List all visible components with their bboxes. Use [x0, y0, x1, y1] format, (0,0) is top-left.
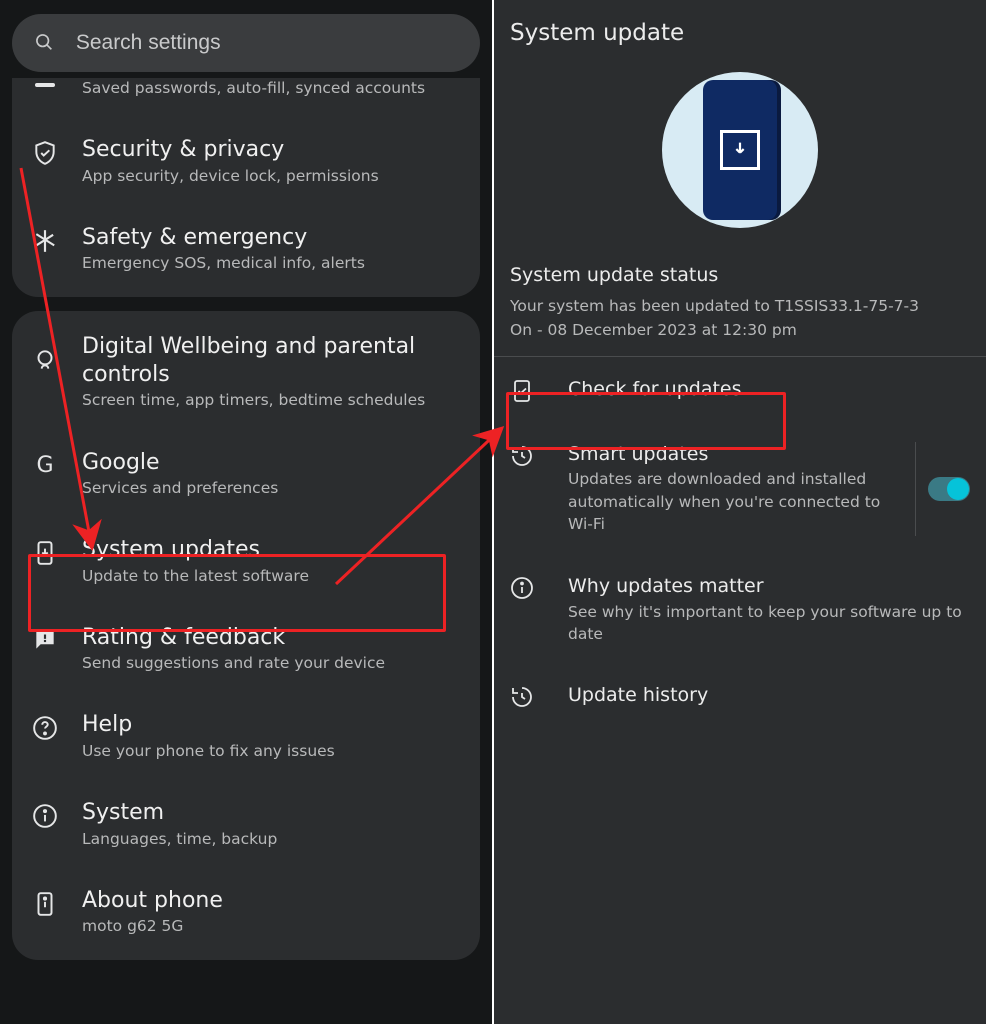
update-status-block: System update status Your system has bee… [508, 264, 972, 342]
phone-info-icon [32, 891, 58, 917]
history-icon [510, 685, 534, 709]
info-icon [510, 576, 534, 600]
settings-item-rating-feedback[interactable]: Rating & feedback Send suggestions and r… [26, 606, 466, 694]
item-subtitle: Send suggestions and rate your device [82, 653, 460, 673]
settings-group-accounts: Saved passwords, auto-fill, synced accou… [12, 78, 480, 297]
download-icon [720, 130, 760, 170]
settings-item-about-phone[interactable]: About phone moto g62 5G [26, 869, 466, 957]
settings-item-help[interactable]: Help Use your phone to fix any issues [26, 693, 466, 781]
why-updates-matter-item[interactable]: Why updates matter See why it's importan… [508, 554, 972, 664]
accounts-icon [32, 72, 58, 98]
search-icon [34, 32, 54, 54]
item-label: Why updates matter [568, 574, 970, 599]
item-label: Check for updates [568, 377, 970, 402]
settings-list-panel: Saved passwords, auto-fill, synced accou… [0, 0, 492, 1024]
item-subtitle: moto g62 5G [82, 916, 460, 936]
settings-item-digital-wellbeing[interactable]: Digital Wellbeing and parental controls … [26, 315, 466, 430]
refresh-clock-icon [510, 444, 534, 468]
item-title: Security & privacy [82, 136, 460, 164]
item-label: Update history [568, 683, 970, 708]
settings-item-safety-emergency[interactable]: Safety & emergency Emergency SOS, medica… [26, 206, 466, 294]
item-title: Help [82, 711, 460, 739]
item-title: System [82, 799, 460, 827]
phone-download-icon [32, 540, 58, 566]
settings-item-truncated[interactable]: Saved passwords, auto-fill, synced accou… [26, 78, 466, 118]
wellbeing-heart-icon [32, 347, 58, 373]
item-title: Google [82, 449, 460, 477]
update-hero-graphic [662, 72, 818, 228]
smart-updates-toggle[interactable] [928, 477, 970, 501]
status-title: System update status [510, 264, 970, 286]
settings-item-system-updates[interactable]: System updates Update to the latest soft… [26, 518, 466, 606]
item-title: Rating & feedback [82, 624, 460, 652]
item-subtitle: Update to the latest software [82, 566, 460, 586]
check-for-updates-item[interactable]: Check for updates [508, 357, 972, 422]
item-subtitle: See why it's important to keep your soft… [568, 601, 970, 646]
update-history-item[interactable]: Update history [508, 663, 972, 728]
status-version: Your system has been updated to T1SSIS33… [510, 294, 970, 318]
system-update-panel: System update System update status Your … [492, 0, 986, 1024]
item-subtitle: Use your phone to fix any issues [82, 741, 460, 761]
settings-item-google[interactable]: G Google Services and preferences [26, 431, 466, 519]
item-subtitle: Emergency SOS, medical info, alerts [82, 253, 460, 273]
item-label: Smart updates [568, 442, 907, 467]
item-subtitle: Languages, time, backup [82, 829, 460, 849]
help-icon [32, 715, 58, 741]
item-title: Digital Wellbeing and parental controls [82, 333, 460, 388]
item-subtitle: Screen time, app timers, bedtime schedul… [82, 390, 460, 410]
google-g-icon: G [32, 453, 58, 479]
item-title: Safety & emergency [82, 224, 460, 252]
item-title: About phone [82, 887, 460, 915]
item-title: System updates [82, 536, 460, 564]
page-title: System update [510, 20, 972, 46]
item-subtitle: Updates are downloaded and installed aut… [568, 468, 907, 535]
shield-check-icon [32, 140, 58, 166]
settings-item-security-privacy[interactable]: Security & privacy App security, device … [26, 118, 466, 206]
item-subtitle: App security, device lock, permissions [82, 166, 460, 186]
item-subtitle: Services and preferences [82, 478, 460, 498]
settings-group-system: Digital Wellbeing and parental controls … [12, 311, 480, 960]
search-input[interactable] [76, 31, 458, 55]
medical-asterisk-icon [32, 228, 58, 254]
settings-item-system[interactable]: System Languages, time, backup [26, 781, 466, 869]
item-subtitle: Saved passwords, auto-fill, synced accou… [82, 78, 425, 98]
status-date: On - 08 December 2023 at 12:30 pm [510, 318, 970, 342]
info-icon [32, 803, 58, 829]
smart-updates-item[interactable]: Smart updates Updates are downloaded and… [508, 422, 972, 554]
feedback-icon [32, 628, 58, 654]
search-settings-bar[interactable] [12, 14, 480, 72]
phone-check-icon [510, 379, 534, 403]
